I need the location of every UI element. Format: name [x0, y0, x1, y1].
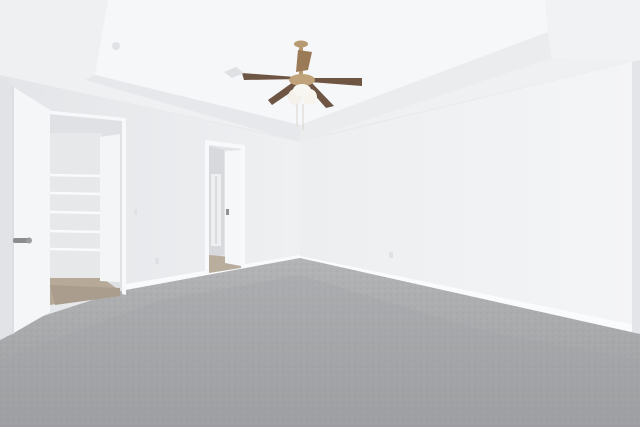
bathroom-door — [225, 150, 241, 266]
closet-inner-door — [100, 134, 120, 282]
open-door-left — [0, 78, 50, 340]
wall-outlet — [155, 258, 159, 264]
wall-outlet — [389, 252, 393, 258]
walk-in-closet — [43, 110, 126, 305]
bathroom-doorway — [205, 140, 245, 275]
smoke-detector — [112, 42, 120, 50]
light-switch — [134, 209, 137, 215]
empty-bedroom-photo — [0, 0, 640, 427]
